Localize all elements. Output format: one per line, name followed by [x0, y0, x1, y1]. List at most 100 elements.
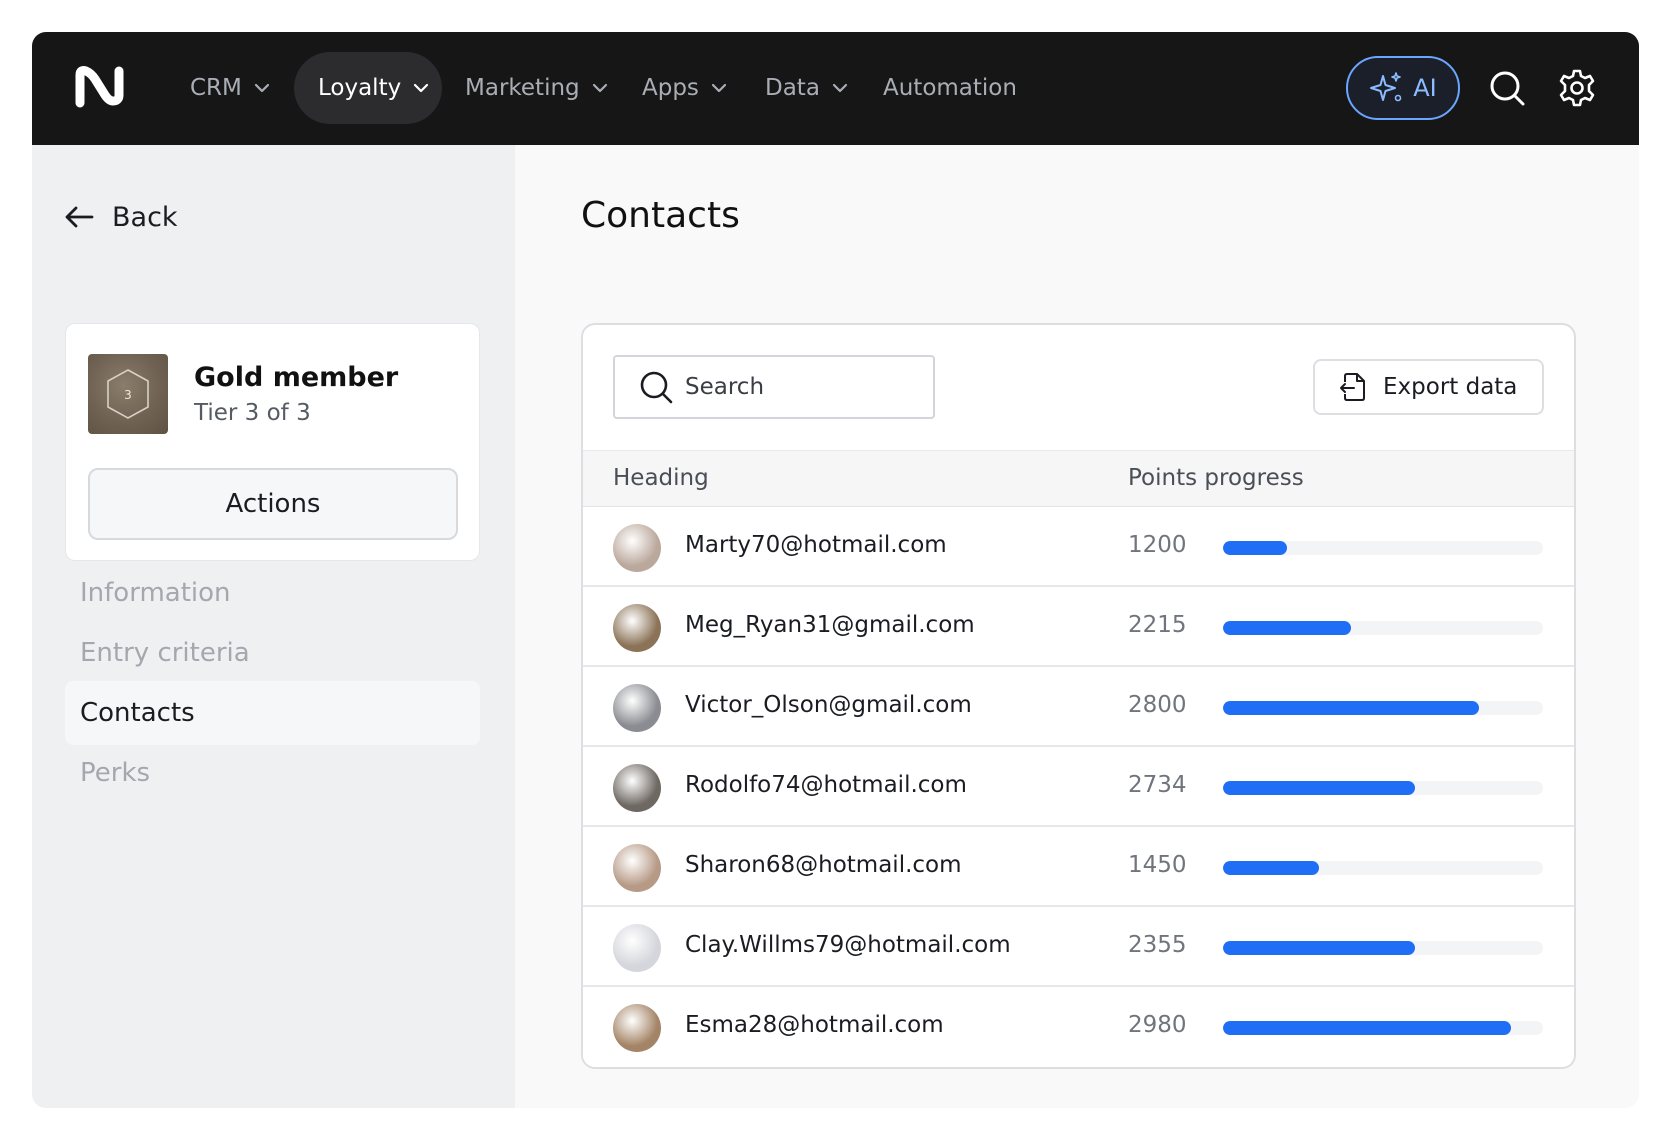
tier-card: 3 Gold member Tier 3 of 3 Actions	[65, 323, 480, 561]
ai-button-label: AI	[1413, 74, 1437, 102]
arrow-left-icon	[65, 206, 94, 228]
table-row[interactable]: Sharon68@hotmail.com 1450	[583, 827, 1574, 907]
search-placeholder: Search	[685, 374, 765, 400]
contact-email[interactable]: Esma28@hotmail.com	[685, 1012, 944, 1038]
points-progress-fill	[1223, 541, 1287, 555]
table-row[interactable]: Esma28@hotmail.com 2980	[583, 987, 1574, 1067]
tier-badge-number: 3	[124, 388, 132, 402]
avatar	[613, 764, 661, 812]
app-window: CRM Loyalty Marketing Apps Data Automati…	[32, 32, 1639, 1108]
hexagon-icon: 3	[107, 369, 149, 419]
contact-email[interactable]: Clay.Willms79@hotmail.com	[685, 932, 1011, 958]
table-row[interactable]: Victor_Olson@gmail.com 2800	[583, 667, 1574, 747]
search-input[interactable]: Search	[613, 355, 935, 419]
sidebar-item-information[interactable]: Information	[65, 561, 480, 625]
points-progress-fill	[1223, 781, 1415, 795]
actions-button[interactable]: Actions	[88, 468, 458, 540]
contact-email[interactable]: Victor_Olson@gmail.com	[685, 692, 972, 718]
contact-points: 2734	[1128, 772, 1187, 798]
main-content: Contacts Search Export data Heading Poin…	[515, 145, 1639, 1108]
points-progress-bar	[1223, 781, 1543, 795]
avatar	[613, 604, 661, 652]
nav-item-label: Automation	[883, 75, 1017, 101]
chevron-down-icon	[414, 83, 429, 93]
nav-item-automation[interactable]: Automation	[883, 52, 1033, 124]
table-header: Heading Points progress	[583, 450, 1574, 507]
nav-item-data[interactable]: Data	[765, 52, 865, 124]
top-navigation: CRM Loyalty Marketing Apps Data Automati…	[32, 32, 1639, 145]
column-header-heading[interactable]: Heading	[613, 465, 709, 491]
export-data-button[interactable]: Export data	[1313, 359, 1544, 415]
points-progress-fill	[1223, 621, 1351, 635]
table-row[interactable]: Meg_Ryan31@gmail.com 2215	[583, 587, 1574, 667]
chevron-down-icon	[832, 83, 848, 93]
search-icon	[640, 371, 673, 404]
avatar	[613, 684, 661, 732]
column-header-points-progress[interactable]: Points progress	[1128, 465, 1304, 491]
contact-points: 1450	[1128, 852, 1187, 878]
tier-badge: 3	[88, 354, 168, 434]
tier-subtitle: Tier 3 of 3	[194, 400, 311, 426]
sidebar-item-label: Information	[80, 578, 231, 608]
logo-icon[interactable]	[75, 65, 125, 109]
contact-email[interactable]: Meg_Ryan31@gmail.com	[685, 612, 975, 638]
export-data-label: Export data	[1383, 374, 1518, 400]
settings-button[interactable]	[1553, 64, 1601, 112]
points-progress-bar	[1223, 621, 1543, 635]
nav-item-label: Loyalty	[318, 75, 402, 101]
contact-email[interactable]: Rodolfo74@hotmail.com	[685, 772, 967, 798]
points-progress-bar	[1223, 701, 1543, 715]
sidebar-item-perks[interactable]: Perks	[65, 741, 480, 805]
tier-title: Gold member	[194, 362, 399, 393]
nav-item-marketing[interactable]: Marketing	[465, 52, 615, 124]
search-button[interactable]	[1483, 64, 1531, 112]
table-row[interactable]: Rodolfo74@hotmail.com 2734	[583, 747, 1574, 827]
contact-points: 2355	[1128, 932, 1187, 958]
search-icon	[1490, 71, 1525, 106]
back-label: Back	[112, 201, 178, 233]
avatar	[613, 1004, 661, 1052]
contacts-table: Search Export data Heading Points progre…	[581, 323, 1576, 1069]
nav-item-label: CRM	[190, 75, 242, 101]
points-progress-bar	[1223, 1021, 1543, 1035]
points-progress-fill	[1223, 1021, 1511, 1035]
nav-item-crm[interactable]: CRM	[190, 52, 290, 124]
contact-points: 2215	[1128, 612, 1187, 638]
chevron-down-icon	[254, 83, 269, 93]
contact-points: 2980	[1128, 1012, 1187, 1038]
points-progress-bar	[1223, 861, 1543, 875]
points-progress-bar	[1223, 541, 1543, 555]
sidebar-item-label: Contacts	[80, 698, 195, 728]
points-progress-bar	[1223, 941, 1543, 955]
sidebar-item-entry-criteria[interactable]: Entry criteria	[65, 621, 480, 685]
chevron-down-icon	[711, 83, 727, 93]
sidebar-item-label: Perks	[80, 758, 151, 788]
left-sidebar: Back 3 Gold member Tier 3 of 3 Actions I…	[32, 145, 515, 1108]
nav-item-apps[interactable]: Apps	[642, 52, 742, 124]
page-title: Contacts	[581, 195, 740, 236]
contact-email[interactable]: Sharon68@hotmail.com	[685, 852, 962, 878]
contact-points: 1200	[1128, 532, 1187, 558]
points-progress-fill	[1223, 861, 1319, 875]
chevron-down-icon	[592, 83, 607, 93]
nav-item-label: Apps	[642, 75, 699, 101]
nav-item-label: Marketing	[465, 75, 580, 101]
sidebar-item-label: Entry criteria	[80, 638, 250, 668]
ai-button[interactable]: AI	[1346, 56, 1460, 120]
contact-email[interactable]: Marty70@hotmail.com	[685, 532, 947, 558]
table-row[interactable]: Marty70@hotmail.com 1200	[583, 507, 1574, 587]
sparkles-icon	[1370, 72, 1402, 102]
avatar	[613, 524, 661, 572]
points-progress-fill	[1223, 701, 1479, 715]
nav-item-label: Data	[765, 75, 820, 101]
points-progress-fill	[1223, 941, 1415, 955]
avatar	[613, 924, 661, 972]
export-file-icon	[1340, 373, 1365, 401]
back-button[interactable]: Back	[64, 197, 178, 237]
avatar	[613, 844, 661, 892]
gear-icon	[1559, 69, 1595, 107]
nav-item-loyalty[interactable]: Loyalty	[294, 52, 442, 124]
table-row[interactable]: Clay.Willms79@hotmail.com 2355	[583, 907, 1574, 987]
table-body: Marty70@hotmail.com 1200 Meg_Ryan31@gmai…	[583, 507, 1574, 1067]
sidebar-item-contacts[interactable]: Contacts	[65, 681, 480, 745]
